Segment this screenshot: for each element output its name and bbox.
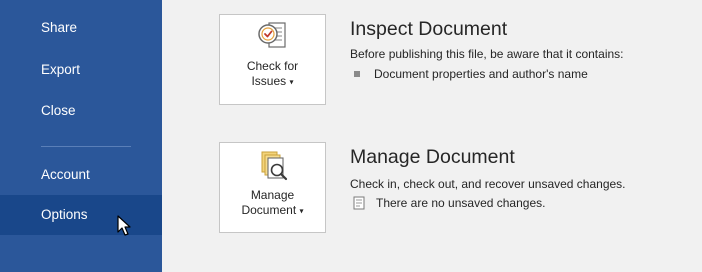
dropdown-caret-icon: ▾ bbox=[299, 206, 304, 216]
inspect-bullet-item: Document properties and author's name bbox=[354, 67, 588, 81]
sidebar-item-options[interactable]: Options bbox=[0, 195, 162, 235]
sidebar-item-export[interactable]: Export bbox=[0, 50, 162, 90]
inspect-bullet-text: Document properties and author's name bbox=[374, 67, 588, 81]
info-content: Check for Issues ▾ Inspect Document Befo… bbox=[162, 0, 702, 272]
inspect-document-description: Before publishing this file, be aware th… bbox=[350, 47, 624, 61]
document-status-icon bbox=[353, 196, 365, 210]
sidebar-divider bbox=[41, 146, 131, 147]
unsaved-changes-status: There are no unsaved changes. bbox=[352, 196, 545, 211]
sidebar-item-share[interactable]: Share bbox=[0, 8, 162, 48]
manage-document-description: Check in, check out, and recover unsaved… bbox=[350, 177, 626, 191]
backstage-sidebar: Share Export Close Account Options bbox=[0, 0, 162, 272]
square-bullet-icon bbox=[354, 70, 360, 77]
unsaved-changes-text: There are no unsaved changes. bbox=[376, 196, 546, 210]
inspect-document-icon bbox=[257, 22, 286, 48]
check-for-issues-button[interactable]: Check for Issues ▾ bbox=[219, 14, 326, 105]
dropdown-caret-icon: ▾ bbox=[289, 77, 294, 87]
manage-document-title: Manage Document bbox=[350, 146, 515, 168]
sidebar-item-account[interactable]: Account bbox=[0, 155, 162, 195]
check-for-issues-label: Check for Issues ▾ bbox=[246, 59, 299, 88]
mouse-pointer-icon bbox=[117, 215, 131, 236]
manage-document-label: Manage Document ▾ bbox=[241, 188, 304, 217]
manage-document-icon bbox=[261, 151, 287, 181]
inspect-document-title: Inspect Document bbox=[350, 18, 508, 40]
sidebar-item-close[interactable]: Close bbox=[0, 91, 162, 131]
manage-document-button[interactable]: Manage Document ▾ bbox=[219, 142, 326, 233]
